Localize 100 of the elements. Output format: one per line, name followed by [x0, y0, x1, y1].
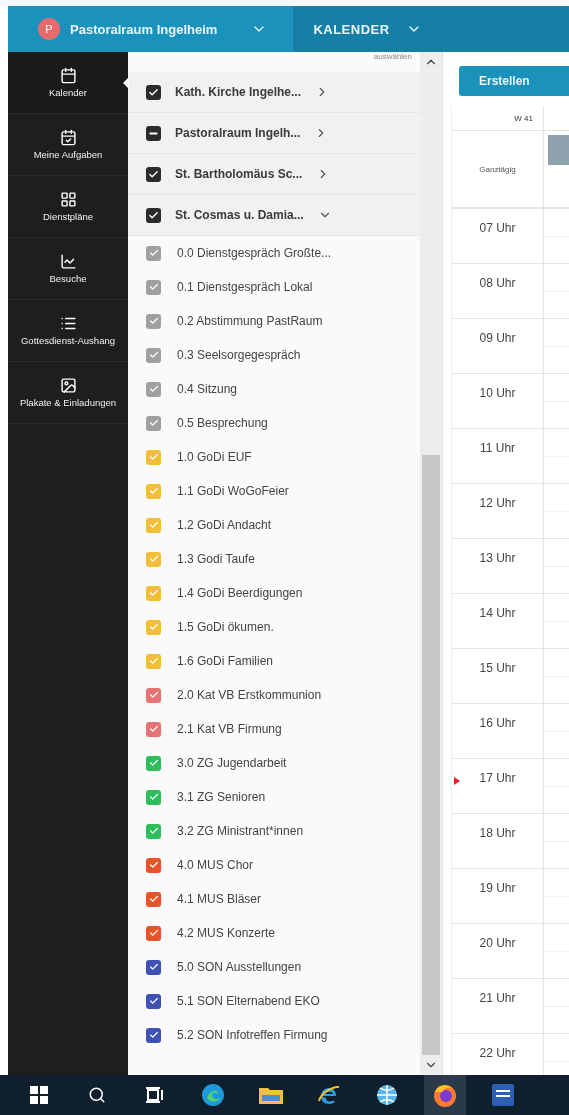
checkbox[interactable] [146, 721, 161, 737]
checkbox[interactable] [146, 789, 161, 805]
hour-label: 18 Uhr [479, 826, 516, 842]
calendar-label: 1.0 GoDi EUF [177, 450, 252, 464]
checkbox[interactable] [146, 381, 161, 397]
checkbox[interactable] [146, 517, 161, 533]
calendar-label: 4.0 MUS Chor [177, 858, 254, 872]
hour-label: 10 Uhr [479, 386, 516, 402]
checkbox[interactable] [146, 891, 161, 907]
calendar-group-label: St. Cosmas u. Damia... [175, 208, 304, 222]
checkbox[interactable] [146, 483, 161, 499]
checkbox[interactable] [146, 857, 161, 873]
calendar-label: 1.1 GoDi WoGoFeier [177, 484, 289, 498]
checkbox[interactable] [146, 619, 161, 635]
avatar: P [38, 18, 60, 40]
check-icon [148, 996, 159, 1006]
hour-label: 15 Uhr [479, 661, 516, 677]
checkbox[interactable] [146, 959, 161, 975]
checkbox[interactable] [146, 84, 161, 100]
checkbox[interactable] [146, 207, 161, 223]
checkbox[interactable] [146, 245, 161, 261]
search-icon [88, 1086, 106, 1104]
sidebar-item[interactable]: Kalender [8, 52, 128, 114]
module-dropdown[interactable]: KALENDER [293, 6, 569, 52]
checkbox[interactable] [146, 551, 161, 567]
calendar-label: 3.1 ZG Senioren [177, 790, 266, 804]
calendar-label: 5.1 SON Elternabend EKO [177, 994, 320, 1008]
taskbar-button[interactable] [424, 1075, 466, 1115]
check-icon [148, 962, 159, 972]
checkbox[interactable] [146, 313, 161, 329]
check-icon [148, 520, 159, 530]
checkbox[interactable] [146, 449, 161, 465]
hour-label: 21 Uhr [479, 991, 516, 1007]
check-icon [148, 826, 159, 836]
globe-icon [375, 1083, 399, 1107]
calendar-label: 2.1 Kat VB Firmung [177, 722, 282, 736]
grid-icon [59, 190, 77, 208]
fox-browser-icon [432, 1082, 458, 1108]
calendar-group-row[interactable]: St. Bartholomäus Sc... [128, 154, 420, 195]
check-icon [148, 209, 159, 221]
check-icon [148, 486, 159, 496]
calendar-icon [59, 66, 77, 84]
hour-label: 14 Uhr [479, 606, 516, 622]
task-view-icon [145, 1087, 165, 1103]
checkbox[interactable] [146, 347, 161, 363]
check-icon [148, 554, 159, 564]
calendar-group-label: Pastoralraum Ingelh... [175, 126, 301, 140]
calendar-label: 0.2 Abstimmung PastRaum [177, 314, 323, 328]
calendar-label: 0.4 Sitzung [177, 382, 238, 396]
windows-icon [30, 1086, 48, 1104]
check-icon [148, 792, 159, 802]
checkbox[interactable] [146, 1027, 161, 1043]
calendar-label: 2.0 Kat VB Erstkommunion [177, 688, 322, 702]
calendar-check-icon [59, 128, 77, 146]
hour-label: 16 Uhr [479, 716, 516, 732]
checkbox[interactable] [146, 925, 161, 941]
check-icon [148, 248, 159, 258]
check-icon [148, 588, 159, 598]
hour-label: 22 Uhr [479, 1046, 516, 1062]
calendar-label: 1.5 GoDi ökumen. [177, 620, 274, 634]
checkbox[interactable] [146, 166, 161, 182]
check-icon [148, 1030, 159, 1040]
checkbox[interactable] [146, 755, 161, 771]
select-hint: auswählen [373, 52, 412, 61]
checkbox[interactable] [146, 653, 161, 669]
calendar-group-label: Kath. Kirche Ingelhe... [175, 85, 302, 99]
checkbox[interactable] [146, 823, 161, 839]
calendar-group-row[interactable]: Kath. Kirche Ingelhe... [128, 72, 420, 113]
hour-label: 11 Uhr [479, 441, 516, 457]
check-icon [148, 894, 159, 904]
current-time-marker-icon [454, 777, 460, 785]
hour-label: 09 Uhr [479, 331, 516, 347]
calendar-label: 5.2 SON Infotreffen Firmung [177, 1028, 328, 1042]
calendar-label: 0.1 Dienstgespräch Lokal [177, 280, 313, 294]
folder-icon [258, 1085, 284, 1105]
document-app-icon [492, 1084, 514, 1106]
letter-e-browser-icon [317, 1083, 341, 1107]
scrollbar-thumb[interactable] [422, 455, 440, 1055]
checkbox[interactable] [146, 415, 161, 431]
hour-label: 12 Uhr [479, 496, 516, 512]
calendar-label: 1.2 GoDi Andacht [177, 518, 272, 532]
check-icon [148, 656, 159, 666]
hour-label: 17 Uhr [479, 771, 516, 787]
calendar-group-label: St. Bartholomäus Sc... [175, 167, 303, 181]
calendar-label: 1.3 Godi Taufe [177, 552, 255, 566]
check-icon [148, 282, 159, 292]
checkbox[interactable] [146, 585, 161, 601]
calendar-group-row[interactable]: St. Cosmas u. Damia... [128, 195, 420, 236]
calendar-group-row[interactable]: Pastoralraum Ingelh... [128, 113, 420, 154]
scrollbar[interactable] [420, 52, 442, 1075]
check-icon [148, 86, 159, 98]
calendar-label: 0.5 Besprechung [177, 416, 268, 430]
checkbox[interactable] [146, 993, 161, 1009]
calendar-label: 4.2 MUS Konzerte [177, 926, 276, 940]
calendar-label: 3.0 ZG Jugendarbeit [177, 756, 287, 770]
check-icon [148, 168, 159, 180]
checkbox[interactable] [146, 687, 161, 703]
checkbox[interactable] [146, 279, 161, 295]
line-chart-icon [59, 252, 77, 270]
check-icon [148, 418, 159, 428]
